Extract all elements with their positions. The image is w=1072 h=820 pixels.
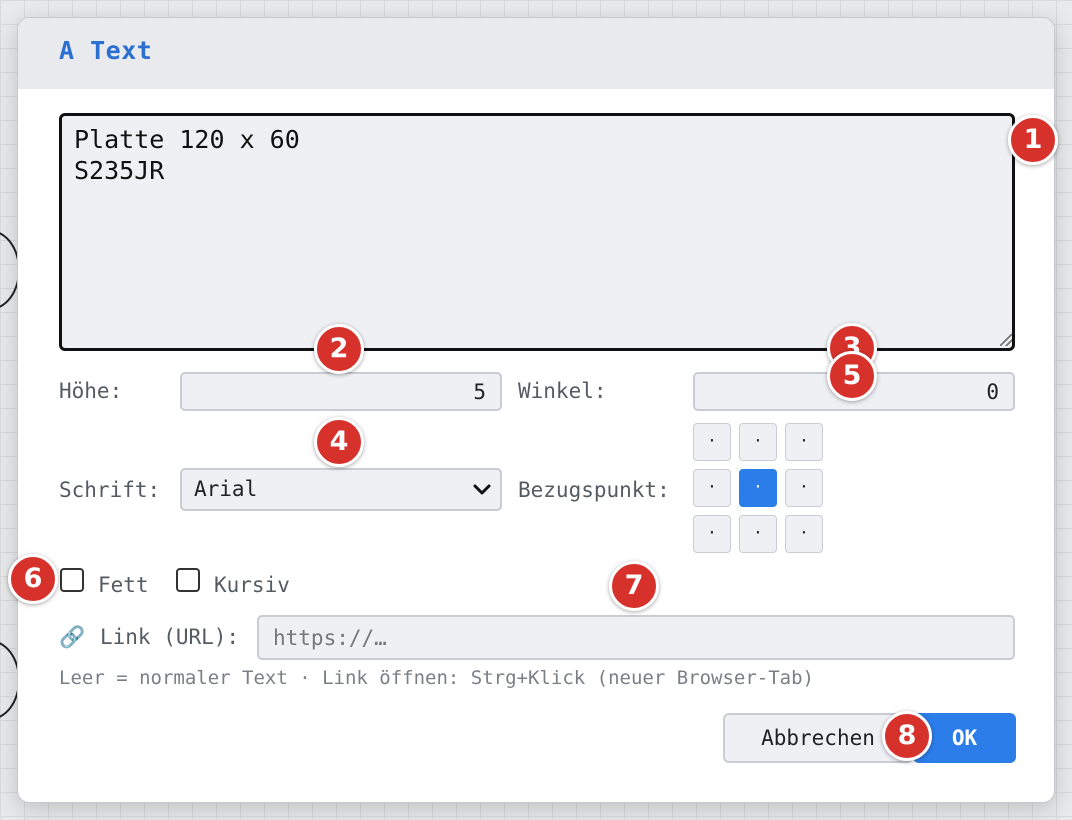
link-label: Link (URL):	[100, 625, 240, 649]
annotation-badge-1: 1	[1008, 115, 1058, 165]
bold-label: Fett	[98, 573, 149, 597]
ref-point-top-right[interactable]: ·	[785, 423, 823, 461]
dialog-title: A Text	[59, 36, 153, 65]
annotation-badge-5: 5	[827, 351, 877, 401]
annotation-badge-6: 6	[8, 554, 58, 604]
height-input[interactable]	[180, 372, 502, 411]
dialog-header: A Text	[18, 18, 1054, 89]
annotation-badge-7: 7	[609, 561, 659, 611]
chevron-down-icon	[473, 484, 491, 495]
angle-label: Winkel:	[518, 379, 607, 403]
link-hint: Leer = normaler Text · Link öffnen: Strg…	[59, 667, 814, 689]
text-content-input[interactable]: Platte 120 x 60 S235JR	[59, 113, 1015, 351]
ref-point-top-left[interactable]: ·	[693, 423, 731, 461]
reference-point-grid: · · · · · · · · ·	[693, 423, 825, 555]
italic-checkbox[interactable]	[176, 568, 200, 592]
height-label: Höhe:	[59, 379, 123, 403]
link-icon: 🔗	[59, 625, 86, 649]
bold-checkbox[interactable]	[60, 568, 84, 592]
link-url-input[interactable]	[257, 615, 1015, 660]
italic-label: Kursiv	[214, 573, 290, 597]
font-select[interactable]: Arial	[180, 468, 502, 511]
ref-point-bottom-right[interactable]: ·	[785, 515, 823, 553]
ref-point-bottom-left[interactable]: ·	[693, 515, 731, 553]
ref-point-middle-right[interactable]: ·	[785, 469, 823, 507]
ref-point-top-center[interactable]: ·	[739, 423, 777, 461]
reference-point-label: Bezugspunkt:	[518, 478, 670, 502]
font-selected-value: Arial	[194, 477, 258, 501]
annotation-badge-2: 2	[314, 324, 364, 374]
resize-handle-icon[interactable]	[1000, 334, 1012, 346]
ref-point-center[interactable]: ·	[739, 469, 777, 507]
text-dialog: A Text Platte 120 x 60 S235JR Höhe: Wink…	[17, 17, 1055, 803]
annotation-badge-4: 4	[314, 417, 364, 467]
ref-point-bottom-center[interactable]: ·	[739, 515, 777, 553]
ref-point-middle-left[interactable]: ·	[693, 469, 731, 507]
annotation-badge-8: 8	[882, 711, 932, 761]
font-label: Schrift:	[59, 478, 161, 502]
